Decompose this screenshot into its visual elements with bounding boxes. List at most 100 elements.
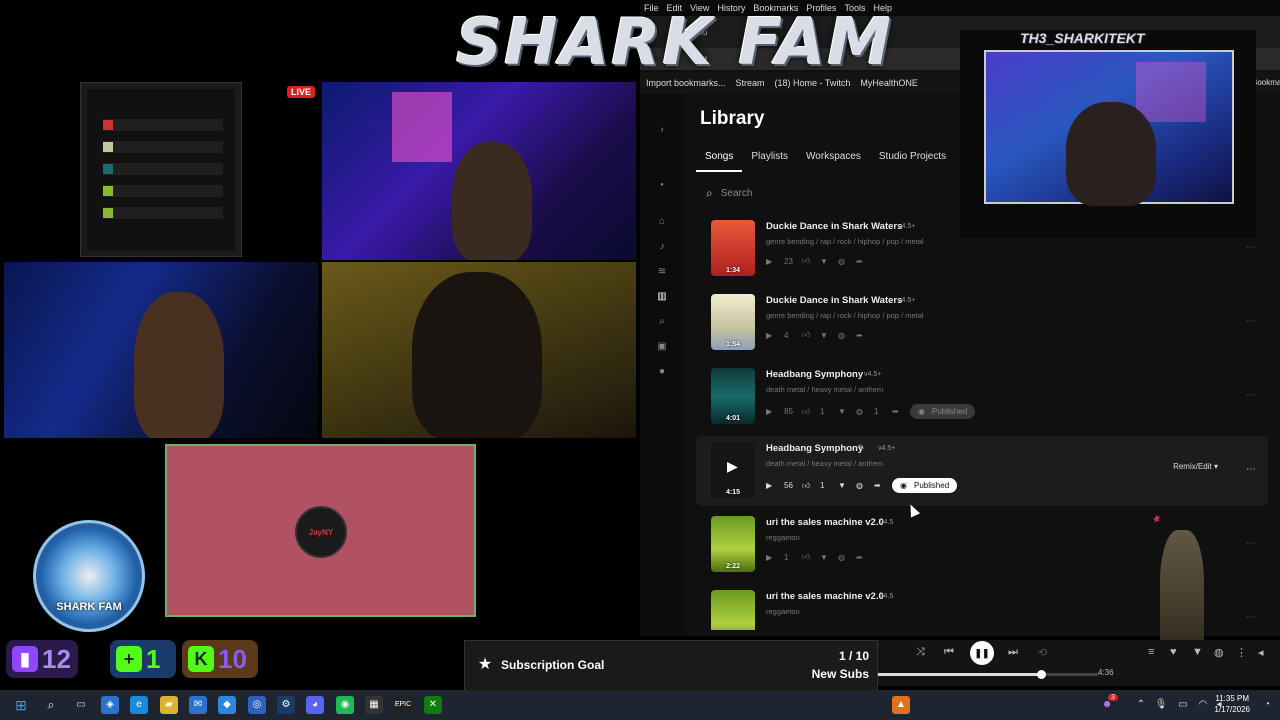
play-overlay-icon[interactable]: ▶: [727, 458, 738, 475]
play-icon[interactable]: ▶: [766, 331, 776, 340]
queue-icon[interactable]: ≡: [1148, 646, 1154, 658]
like-icon[interactable]: 👍︎: [802, 407, 812, 417]
clock[interactable]: 11:35 PM 1/17/2026: [1214, 693, 1250, 715]
play-icon[interactable]: ▶: [766, 481, 776, 490]
edge-icon[interactable]: e: [130, 696, 148, 714]
like-icon[interactable]: ♥: [1170, 646, 1177, 658]
app-icon[interactable]: ▲: [892, 696, 910, 714]
dislike-icon[interactable]: ▼: [1192, 646, 1203, 658]
copilot-icon[interactable]: ◈: [101, 696, 119, 714]
play-icon[interactable]: ▶: [766, 257, 776, 266]
folder-icon[interactable]: ▰: [160, 696, 178, 714]
chevron-up-icon[interactable]: ⌃: [1132, 696, 1150, 714]
song-row[interactable]: 4:01 Headbang Symphony v4.5+ death metal…: [696, 362, 1268, 432]
song-row[interactable]: ▶ 4:15 Headbang Symphony ✎ v4.5+ death m…: [696, 436, 1268, 506]
bag-icon[interactable]: ▣: [656, 341, 668, 353]
create-icon[interactable]: ≋: [656, 266, 668, 278]
mic-icon[interactable]: 🎙︎: [1152, 696, 1170, 714]
more-options-icon[interactable]: ⋯: [1246, 242, 1256, 253]
spotify-icon[interactable]: ◉: [336, 696, 354, 714]
next-icon[interactable]: ⏭: [1008, 646, 1018, 659]
mail-icon[interactable]: ✉: [189, 696, 207, 714]
edit-pencil-icon[interactable]: ✎: [858, 443, 865, 452]
pause-button[interactable]: ❚❚: [970, 641, 994, 665]
share-icon[interactable]: ➦: [892, 407, 902, 416]
play-icon[interactable]: ▶: [766, 553, 776, 562]
discord-icon[interactable]: ◕: [306, 696, 324, 714]
comment-icon[interactable]: ◍: [1214, 646, 1224, 659]
comment-icon[interactable]: ◍: [838, 257, 848, 266]
comment-icon[interactable]: ◍: [856, 407, 866, 416]
song-thumbnail[interactable]: 4:01: [711, 368, 755, 424]
comment-icon[interactable]: ◍: [838, 553, 848, 562]
more-options-icon[interactable]: ⋯: [1246, 464, 1256, 475]
dislike-icon[interactable]: ▼: [838, 407, 848, 416]
home-icon[interactable]: ⌂: [656, 216, 668, 228]
previous-icon[interactable]: ⏮: [944, 646, 954, 659]
repeat-icon[interactable]: ⟲: [1038, 646, 1047, 659]
published-badge[interactable]: ◉ Published: [892, 478, 958, 493]
notification-bell-icon[interactable]: ◔: [1258, 696, 1276, 714]
song-title[interactable]: uri the sales machine v2.0: [766, 591, 884, 602]
like-icon[interactable]: 👍︎: [802, 256, 812, 266]
published-badge[interactable]: ◉ Published: [910, 404, 976, 419]
library-icon[interactable]: ▥: [656, 291, 668, 303]
tab-songs[interactable]: Songs: [696, 148, 743, 172]
song-title[interactable]: Duckie Dance in Shark Waters: [766, 221, 902, 232]
remix-edit-button[interactable]: Remix/Edit ▾: [1173, 462, 1218, 471]
xbox-icon[interactable]: ✕: [424, 696, 442, 714]
start-icon[interactable]: ⊞: [12, 696, 30, 714]
dislike-icon[interactable]: ▼: [820, 257, 830, 266]
song-title[interactable]: Headbang Symphony: [766, 369, 863, 380]
playback-knob[interactable]: [1036, 670, 1046, 679]
dislike-icon[interactable]: ▼: [838, 481, 848, 490]
share-icon[interactable]: ➦: [874, 481, 884, 490]
share-icon[interactable]: ➦: [856, 331, 866, 340]
app-icon[interactable]: ▦: [365, 696, 383, 714]
song-title[interactable]: uri the sales machine v2.0: [766, 517, 884, 528]
song-thumbnail[interactable]: 2:22: [711, 516, 755, 572]
like-icon[interactable]: 👍︎: [802, 330, 812, 340]
song-thumbnail[interactable]: ▶ 4:15: [711, 442, 755, 498]
app-icon[interactable]: ◆: [218, 696, 236, 714]
song-title[interactable]: Headbang Symphony: [766, 443, 863, 454]
notification-icon[interactable]: ●: [656, 366, 668, 378]
search-icon[interactable]: ⌕: [42, 696, 60, 714]
steam-icon[interactable]: ⚙: [277, 696, 295, 714]
comment-icon[interactable]: ◍: [856, 481, 866, 490]
bookmarks-folder[interactable]: Bookmarks: [1252, 78, 1280, 87]
song-title[interactable]: Duckie Dance in Shark Waters: [766, 295, 902, 306]
song-thumbnail[interactable]: 1:54: [711, 294, 755, 350]
search-icon[interactable]: ⌕: [656, 316, 668, 328]
tab-playlists[interactable]: Playlists: [742, 148, 797, 172]
song-thumbnail[interactable]: [711, 590, 755, 630]
playback-progress[interactable]: [878, 670, 1098, 679]
more-options-icon[interactable]: ⋯: [1246, 316, 1256, 327]
music-note-icon[interactable]: ♪: [656, 241, 668, 253]
monitor-icon[interactable]: ▭: [1174, 696, 1192, 714]
tab-studio-projects[interactable]: Studio Projects: [870, 148, 955, 172]
more-icon[interactable]: ⋮: [1236, 646, 1247, 659]
song-thumbnail[interactable]: 1:34: [711, 220, 755, 276]
more-options-icon[interactable]: ⋯: [1246, 612, 1256, 623]
search-input[interactable]: ⌕ Search: [698, 182, 958, 204]
app-icon[interactable]: ◎: [248, 696, 266, 714]
comment-icon[interactable]: ◍: [838, 331, 848, 340]
volume-icon[interactable]: ◂: [1258, 646, 1264, 659]
shuffle-icon[interactable]: ⤨: [916, 646, 925, 659]
like-icon[interactable]: 👍︎: [802, 552, 812, 562]
task-view-icon[interactable]: ▭: [72, 696, 90, 714]
more-options-icon[interactable]: ⋯: [1246, 390, 1256, 401]
song-row[interactable]: 1:54 Duckie Dance in Shark Waters v4.5+ …: [696, 288, 1268, 358]
app-logo-icon[interactable]: ●: [652, 179, 672, 191]
more-options-icon[interactable]: ⋯: [1246, 538, 1256, 549]
share-icon[interactable]: ➦: [856, 553, 866, 562]
dislike-icon[interactable]: ▼: [820, 553, 830, 562]
epic-icon[interactable]: EPIC: [394, 696, 412, 714]
dislike-icon[interactable]: ▼: [820, 331, 830, 340]
chevron-right-icon[interactable]: ›: [656, 124, 668, 136]
like-icon[interactable]: 👍︎: [802, 481, 812, 491]
share-icon[interactable]: ➦: [856, 257, 866, 266]
play-icon[interactable]: ▶: [766, 407, 776, 416]
tab-workspaces[interactable]: Workspaces: [797, 148, 870, 172]
